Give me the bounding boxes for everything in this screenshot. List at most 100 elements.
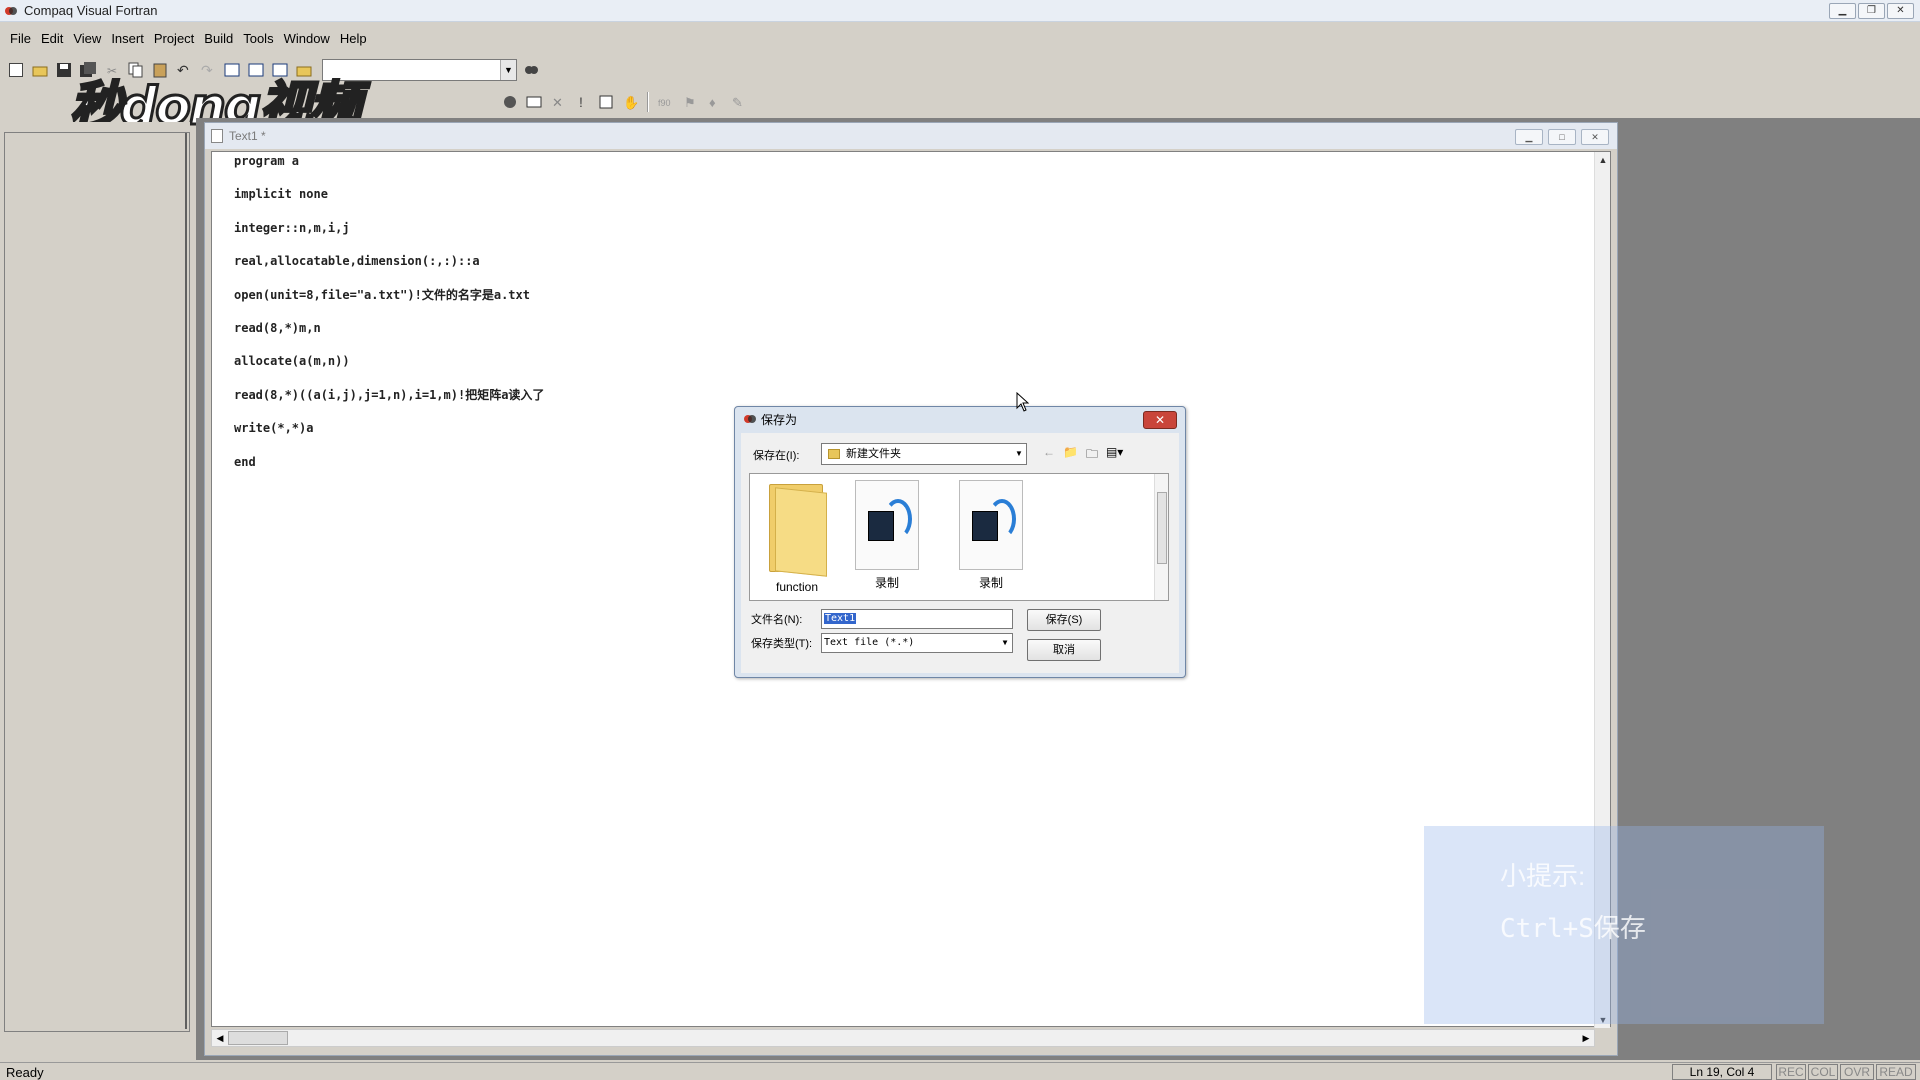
menu-view[interactable]: View bbox=[73, 31, 101, 46]
workspace-pane-header bbox=[4, 122, 190, 132]
save-in-value: 新建文件夹 bbox=[846, 448, 901, 460]
svg-text:✕: ✕ bbox=[552, 95, 563, 110]
brush-icon[interactable]: ✎ bbox=[728, 92, 748, 112]
dialog-body: 保存在(I): 新建文件夹 ▼ ← 📁 🗀 ▤▾ function 录制 录制 bbox=[741, 433, 1179, 673]
chevron-down-icon[interactable]: ▼ bbox=[500, 60, 516, 80]
editor-horizontal-scrollbar[interactable]: ◀ ▶ bbox=[211, 1029, 1595, 1047]
restore-button[interactable]: ❐ bbox=[1858, 3, 1885, 19]
app-icon bbox=[743, 412, 757, 429]
file-name: 录制 bbox=[978, 576, 1003, 590]
code-line: real,allocatable,dimension(:,:)::a bbox=[234, 254, 480, 269]
dialog-nav-toolbar: ← 📁 🗀 ▤▾ bbox=[1043, 445, 1123, 466]
list-item[interactable]: 录制 bbox=[948, 480, 1034, 591]
ovr-indicator: OVR bbox=[1840, 1064, 1874, 1080]
dialog-close-button[interactable]: ✕ bbox=[1143, 411, 1177, 429]
media-file-icon bbox=[855, 480, 919, 570]
back-arrow-icon[interactable]: ← bbox=[1043, 445, 1055, 466]
status-bar: Ready Ln 19, Col 4 REC COL OVR READ bbox=[0, 1062, 1920, 1080]
menu-project[interactable]: Project bbox=[154, 31, 194, 46]
menu-file[interactable]: File bbox=[10, 31, 31, 46]
filetype-value: Text file (*.*) bbox=[824, 637, 915, 648]
dialog-titlebar: 保存为 ✕ bbox=[735, 407, 1185, 431]
file-list[interactable]: function 录制 录制 bbox=[749, 473, 1169, 601]
view-menu-icon[interactable]: ▤▾ bbox=[1106, 445, 1123, 466]
read-indicator: READ bbox=[1876, 1064, 1916, 1080]
cancel-button[interactable]: 取消 bbox=[1027, 639, 1101, 661]
open-folder-icon[interactable] bbox=[30, 60, 50, 80]
scroll-left-icon[interactable]: ◀ bbox=[212, 1030, 228, 1046]
list-item[interactable]: function bbox=[754, 480, 840, 594]
svg-text:✎: ✎ bbox=[732, 95, 743, 110]
menu-help[interactable]: Help bbox=[340, 31, 367, 46]
app-title: Compaq Visual Fortran bbox=[24, 3, 158, 18]
menu-window[interactable]: Window bbox=[284, 31, 330, 46]
app-icon bbox=[4, 4, 18, 18]
tip-shortcut: Ctrl+S保存 bbox=[1500, 914, 1646, 944]
media-file-icon bbox=[959, 480, 1023, 570]
close-button[interactable]: ✕ bbox=[1887, 3, 1914, 19]
minimize-button[interactable]: ▁ bbox=[1829, 3, 1856, 19]
new-file-icon[interactable] bbox=[6, 60, 26, 80]
doc-maximize-button[interactable]: □ bbox=[1548, 129, 1576, 145]
code-line: program a bbox=[234, 154, 300, 168]
execute-icon[interactable]: ! bbox=[572, 92, 592, 112]
menu-bar: File Edit View Insert Project Build Tool… bbox=[0, 26, 1920, 50]
debug-icon[interactable]: ⚑ bbox=[680, 92, 700, 112]
scroll-right-icon[interactable]: ▶ bbox=[1578, 1030, 1594, 1046]
compile-icon[interactable] bbox=[500, 92, 520, 112]
menu-build[interactable]: Build bbox=[204, 31, 233, 46]
up-folder-icon[interactable]: 📁 bbox=[1063, 445, 1078, 466]
filetype-label: 保存类型(T): bbox=[751, 638, 813, 650]
col-indicator: COL bbox=[1808, 1064, 1838, 1080]
save-as-dialog: 保存为 ✕ 保存在(I): 新建文件夹 ▼ ← 📁 🗀 ▤▾ function … bbox=[734, 406, 1186, 678]
svg-text:f90: f90 bbox=[658, 98, 671, 108]
scroll-thumb[interactable] bbox=[228, 1031, 288, 1045]
app-titlebar: Compaq Visual Fortran ▁ ❐ ✕ bbox=[0, 0, 1920, 22]
build-toolbar: ✕ ! ✋ f90 ⚑ ♦ ✎ bbox=[500, 90, 748, 114]
breakpoint-hand-icon[interactable]: ✋ bbox=[620, 92, 640, 112]
svg-text:♦: ♦ bbox=[709, 95, 716, 110]
svg-text:⚑: ⚑ bbox=[684, 95, 696, 110]
chevron-down-icon[interactable]: ▼ bbox=[998, 634, 1012, 652]
code-line: read(8,*)((a(i,j),j=1,n),i=1,m)!把矩阵a读入了 bbox=[234, 387, 545, 402]
code-line: end bbox=[234, 454, 256, 469]
document-icon bbox=[211, 129, 223, 143]
stop-build-icon[interactable]: ✕ bbox=[548, 92, 568, 112]
build-icon[interactable] bbox=[524, 92, 544, 112]
file-name: 录制 bbox=[874, 576, 899, 590]
format-icon[interactable]: f90 bbox=[656, 92, 676, 112]
filetype-select[interactable]: Text file (*.*) ▼ bbox=[821, 633, 1013, 653]
menu-insert[interactable]: Insert bbox=[111, 31, 144, 46]
scroll-up-icon[interactable]: ▲ bbox=[1595, 152, 1611, 168]
tip-overlay: 小提示: Ctrl+S保存 bbox=[1424, 826, 1824, 1024]
list-item[interactable]: 录制 bbox=[844, 480, 930, 591]
mouse-cursor-icon bbox=[1016, 392, 1030, 412]
code-line: allocate(a(m,n)) bbox=[234, 354, 350, 369]
folder-icon bbox=[828, 449, 840, 459]
save-in-label: 保存在(I): bbox=[753, 450, 800, 462]
status-text: Ready bbox=[6, 1065, 44, 1080]
new-folder-icon[interactable]: 🗀 bbox=[1086, 445, 1098, 466]
go-icon[interactable] bbox=[596, 92, 616, 112]
file-list-scrollbar[interactable] bbox=[1154, 474, 1168, 600]
chevron-down-icon[interactable]: ▼ bbox=[1012, 444, 1026, 464]
mic-icon[interactable]: ♦ bbox=[704, 92, 724, 112]
code-line: implicit none bbox=[234, 187, 328, 202]
folder-icon bbox=[767, 480, 827, 577]
doc-minimize-button[interactable]: ▁ bbox=[1515, 129, 1543, 145]
filename-input[interactable]: Text1 bbox=[821, 609, 1013, 629]
menu-tools[interactable]: Tools bbox=[243, 31, 273, 46]
find-icon[interactable] bbox=[521, 60, 541, 80]
code-line: open(unit=8,file="a.txt")!文件的名字是a.txt bbox=[234, 287, 530, 302]
save-button[interactable]: 保存(S) bbox=[1027, 609, 1101, 631]
dialog-title: 保存为 bbox=[761, 412, 798, 427]
doc-close-button[interactable]: ✕ bbox=[1581, 129, 1609, 145]
filename-value: Text1 bbox=[824, 613, 857, 624]
code-body: program a implicit none integer::n,m,i,j… bbox=[234, 154, 544, 488]
menu-edit[interactable]: Edit bbox=[41, 31, 63, 46]
save-in-combo[interactable]: 新建文件夹 ▼ bbox=[821, 443, 1027, 465]
toolbar-separator bbox=[647, 92, 649, 112]
code-line: integer::n,m,i,j bbox=[234, 220, 350, 235]
code-line: read(8,*)m,n bbox=[234, 320, 321, 335]
document-title: Text1 * bbox=[229, 129, 266, 143]
